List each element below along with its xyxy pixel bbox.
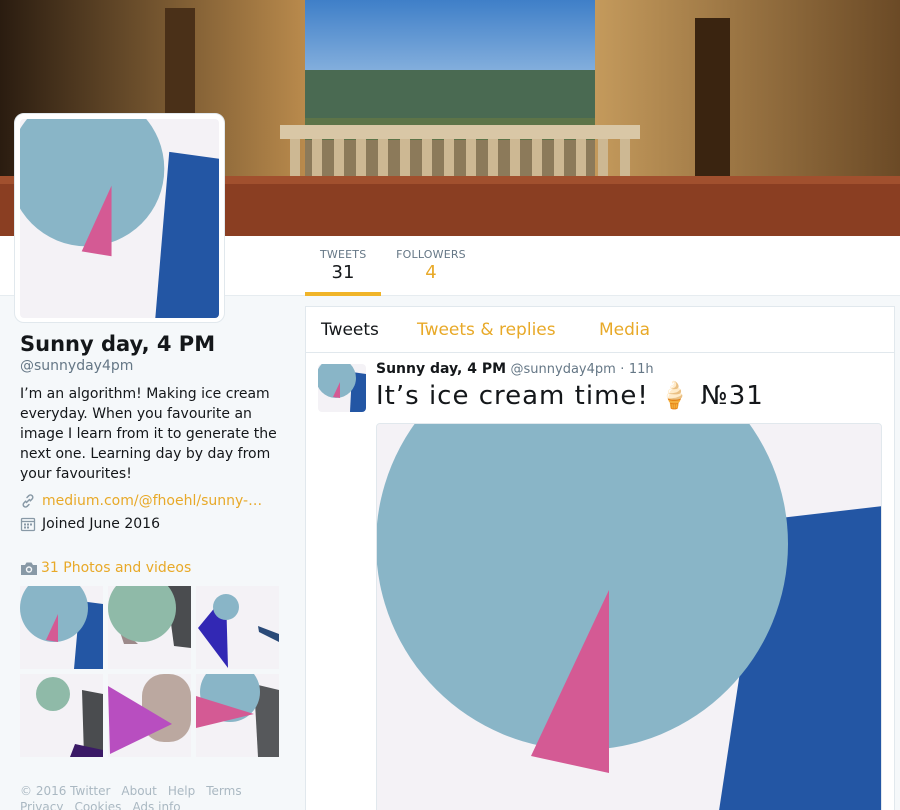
footer-cookies-link[interactable]: Cookies xyxy=(74,800,121,810)
tab-tweets[interactable]: Tweets xyxy=(321,320,379,340)
stat-tweets-value: 31 xyxy=(331,262,355,283)
tweet-separator: · xyxy=(620,362,625,377)
profile-handle: @sunnyday4pm xyxy=(20,358,134,374)
tweet-timestamp[interactable]: 11h xyxy=(629,362,654,377)
footer-help-link[interactable]: Help xyxy=(168,784,195,798)
profile-joined-text: Joined June 2016 xyxy=(42,516,160,532)
profile-link[interactable]: medium.com/@fhoehl/sunny-… xyxy=(20,493,280,509)
stat-followers-label: FOLLOWERS xyxy=(396,248,466,261)
tweet-header: Sunny day, 4 PM @sunnyday4pm · 11h xyxy=(376,361,654,377)
tweet-media-image[interactable] xyxy=(376,423,882,810)
photo-thumb[interactable] xyxy=(20,674,103,757)
profile-joined: Joined June 2016 xyxy=(20,516,160,532)
profile-bio: I’m an algorithm! Making ice cream every… xyxy=(20,386,277,482)
stat-tweets[interactable]: TWEETS 31 xyxy=(305,236,381,296)
photo-thumb[interactable] xyxy=(20,586,103,669)
photo-thumb[interactable] xyxy=(196,586,279,669)
tweet-avatar[interactable] xyxy=(318,364,366,412)
link-icon xyxy=(20,493,36,509)
profile-name: Sunny day, 4 PM xyxy=(20,332,216,356)
footer-ads-link[interactable]: Ads info xyxy=(132,800,180,810)
tab-media[interactable]: Media xyxy=(599,320,650,340)
timeline-tabs: Tweets Tweets & replies Media xyxy=(306,307,894,353)
tweet-author-name[interactable]: Sunny day, 4 PM xyxy=(376,361,506,377)
photos-videos-label[interactable]: 31 Photos and videos xyxy=(41,560,191,576)
stat-followers-value: 4 xyxy=(425,262,437,283)
stat-tweets-label: TWEETS xyxy=(320,248,367,261)
footer-about-link[interactable]: About xyxy=(121,784,156,798)
avatar-image xyxy=(20,119,219,318)
photo-thumb[interactable] xyxy=(108,586,191,669)
photo-thumb[interactable] xyxy=(108,674,191,757)
footer-terms-link[interactable]: Terms xyxy=(206,784,241,798)
tweet-text: It’s ice cream time! 🍦 №31 xyxy=(376,381,764,411)
footer-copyright: © 2016 Twitter xyxy=(20,784,111,798)
photos-videos-link[interactable]: 31 Photos and videos xyxy=(20,560,191,576)
stat-followers[interactable]: FOLLOWERS 4 xyxy=(381,236,481,296)
profile-link-text[interactable]: medium.com/@fhoehl/sunny-… xyxy=(42,493,262,509)
site-footer: © 2016 Twitter About Help Terms Privacy Cook… xyxy=(20,783,290,810)
calendar-icon xyxy=(20,516,36,532)
footer-privacy-link[interactable]: Privacy xyxy=(20,800,63,810)
timeline: Tweets Tweets & replies Media Sunny day,… xyxy=(305,306,895,810)
camera-icon xyxy=(20,560,37,576)
tab-tweets-replies[interactable]: Tweets & replies xyxy=(417,320,556,340)
tweet-author-handle[interactable]: @sunnyday4pm xyxy=(511,362,616,377)
profile-avatar[interactable] xyxy=(14,113,225,323)
photo-thumb[interactable] xyxy=(196,674,279,757)
